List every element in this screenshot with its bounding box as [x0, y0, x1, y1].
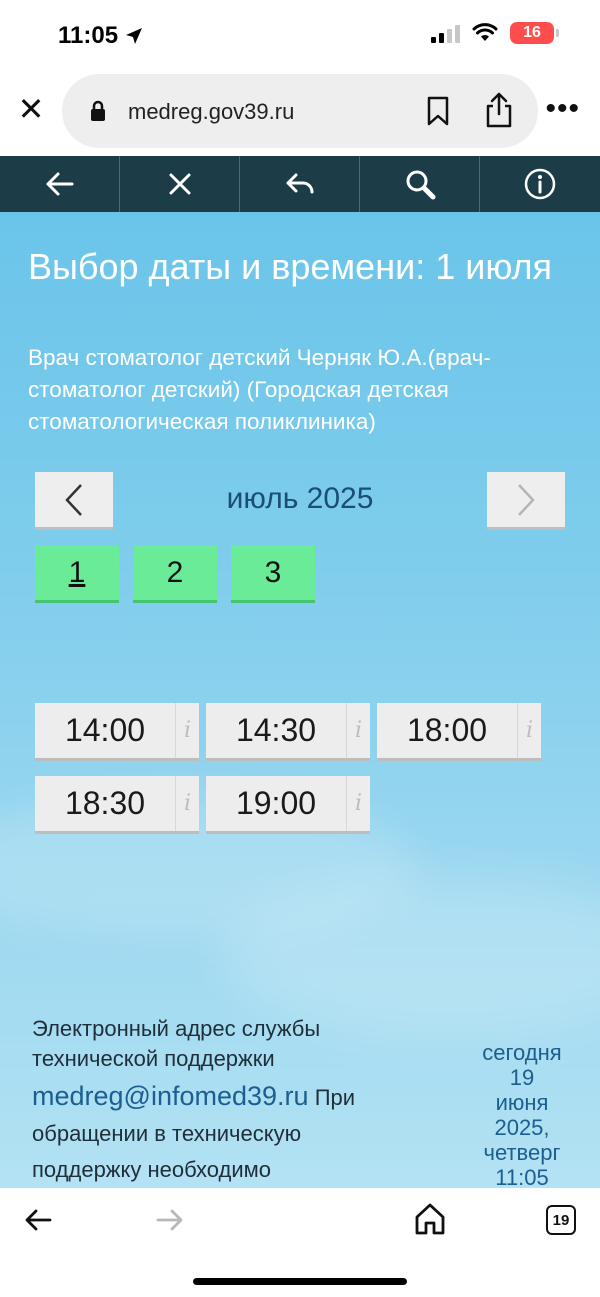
- url-text: medreg.gov39.ru: [128, 99, 295, 124]
- share-icon[interactable]: [484, 92, 514, 128]
- time-slot-label: 14:00: [64, 712, 146, 748]
- today-year: 2025,: [494, 1115, 550, 1140]
- day-button[interactable]: 2: [133, 545, 217, 603]
- lock-icon: [91, 100, 105, 121]
- previous-month-button[interactable]: [35, 472, 113, 530]
- support-info: Электронный адрес службы технической под…: [32, 1014, 432, 1188]
- time-slot-label: 18:30: [64, 785, 146, 821]
- slot-info-icon[interactable]: i: [346, 776, 370, 831]
- url-field[interactable]: medreg.gov39.ru: [62, 74, 538, 148]
- battery-icon: 16: [510, 22, 559, 44]
- day-button[interactable]: 3: [231, 545, 315, 603]
- status-indicators: 16: [431, 22, 559, 44]
- day-label: 3: [264, 555, 282, 589]
- time-slot[interactable]: 14:30 i: [206, 703, 370, 761]
- time-slot[interactable]: 18:30 i: [35, 776, 199, 834]
- close-icon[interactable]: ✕: [16, 93, 46, 125]
- battery-level: 16: [523, 24, 541, 41]
- today-label: сегодня: [482, 1040, 562, 1065]
- today-date: сегодня 19 июня 2025, четверг 11:05: [462, 1040, 582, 1188]
- browser-address-bar: ✕ medreg.gov39.ru •••: [0, 72, 600, 156]
- time-slot[interactable]: 14:00 i: [35, 703, 199, 761]
- slot-info-icon[interactable]: i: [175, 703, 199, 758]
- month-label: июль 2025: [226, 482, 374, 515]
- slot-info-icon[interactable]: i: [175, 776, 199, 831]
- home-indicator: [193, 1278, 407, 1285]
- arrow-left-icon: [46, 172, 73, 196]
- today-time: 11:05: [495, 1165, 549, 1188]
- chevron-right-icon: [518, 483, 535, 516]
- time-slot-label: 19:00: [235, 785, 317, 821]
- site-toolbar: [0, 156, 600, 212]
- time-slot-label: 14:30: [235, 712, 317, 748]
- today-day: 19: [509, 1065, 535, 1090]
- close-icon: [169, 173, 190, 195]
- support-email-link[interactable]: medreg@infomed39.ru: [32, 1081, 309, 1111]
- day-button[interactable]: 1: [35, 545, 119, 603]
- time-slot[interactable]: 18:00 i: [377, 703, 541, 761]
- support-text: Электронный адрес службы технической под…: [32, 1016, 321, 1071]
- cellular-signal-icon: [431, 23, 460, 43]
- chevron-left-icon: [65, 483, 82, 516]
- page-title: Выбор даты и времени: 1 июля: [28, 246, 553, 287]
- search-icon: [406, 170, 435, 200]
- today-month: июня: [495, 1090, 549, 1115]
- tab-count: 19: [552, 1211, 570, 1229]
- info-icon: [524, 168, 556, 200]
- search-button[interactable]: [360, 156, 480, 212]
- back-icon[interactable]: [22, 1204, 54, 1236]
- status-time: 11:05: [58, 22, 144, 50]
- slot-info-icon[interactable]: i: [346, 703, 370, 758]
- back-button[interactable]: [0, 156, 120, 212]
- day-label: 1: [68, 555, 86, 589]
- reply-button[interactable]: [240, 156, 360, 212]
- more-icon[interactable]: •••: [545, 92, 580, 126]
- support-text-3: поддержку необходимо: [32, 1157, 271, 1182]
- slot-info-icon[interactable]: i: [517, 703, 541, 758]
- location-arrow-icon: [126, 28, 143, 44]
- time-slot-label: 18:00: [406, 712, 488, 748]
- status-bar: 11:05 16: [0, 0, 600, 72]
- tabs-icon[interactable]: 19: [546, 1205, 576, 1235]
- info-button[interactable]: [480, 156, 600, 212]
- doctor-info: Врач стоматолог детский Черняк Ю.А.(врач…: [28, 345, 491, 434]
- next-month-button[interactable]: [487, 472, 565, 530]
- wifi-icon: [472, 23, 498, 41]
- clock-text: 11:05: [58, 22, 119, 49]
- home-icon[interactable]: [414, 1202, 446, 1236]
- time-slot[interactable]: 19:00 i: [206, 776, 370, 834]
- bookmark-icon[interactable]: [426, 96, 450, 126]
- close-button[interactable]: [120, 156, 240, 212]
- day-label: 2: [166, 555, 184, 589]
- reply-icon: [286, 173, 313, 194]
- browser-bottom-bar: 19: [0, 1188, 600, 1297]
- support-continuation: medreg@infomed39.ru При обращении в техн…: [32, 1078, 432, 1188]
- forward-icon[interactable]: [154, 1204, 186, 1236]
- web-page: Выбор даты и времени: 1 июля Врач стомат…: [0, 156, 600, 1188]
- today-weekday: четверг: [483, 1140, 561, 1165]
